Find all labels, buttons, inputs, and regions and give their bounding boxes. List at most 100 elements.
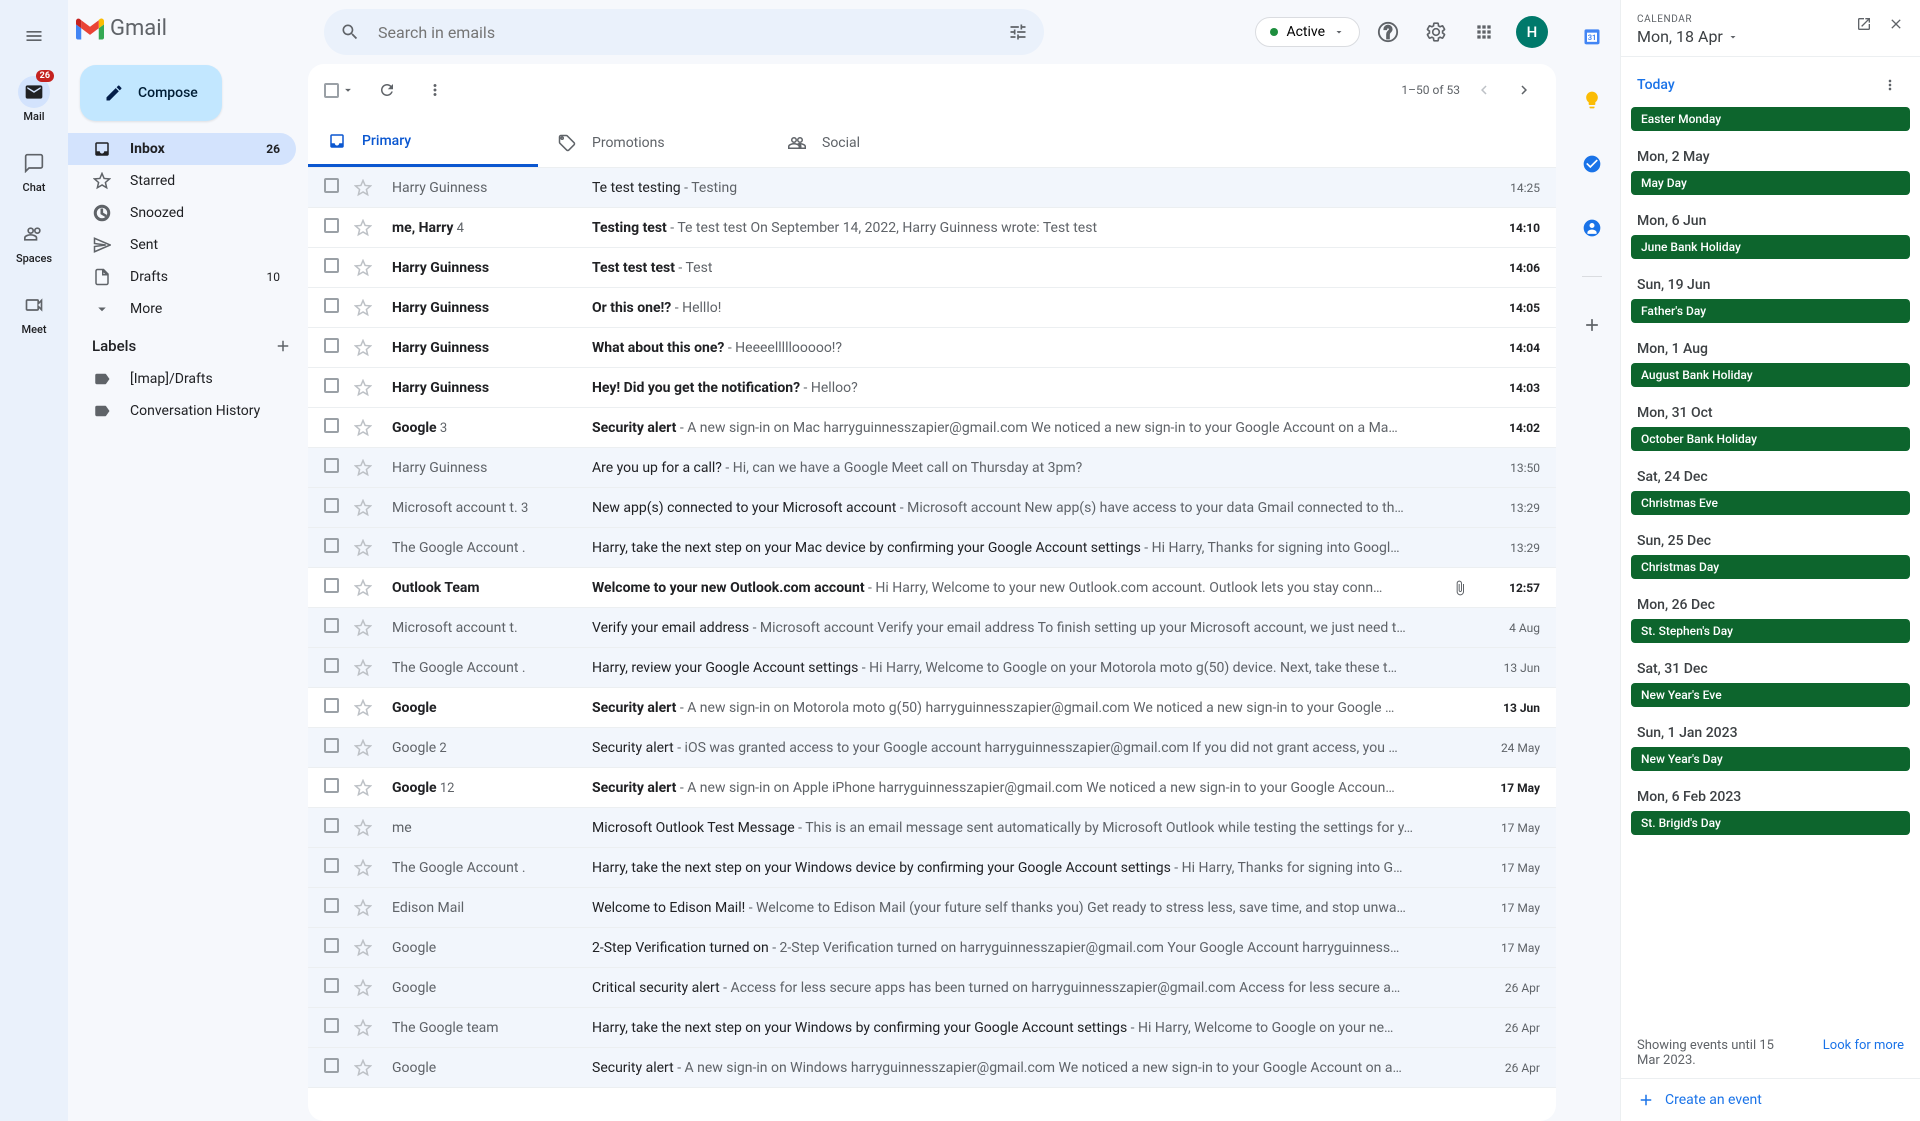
- calendar-event[interactable]: Father's Day: [1631, 299, 1910, 323]
- row-checkbox[interactable]: [324, 498, 344, 518]
- rail-meet[interactable]: Meet: [0, 285, 68, 340]
- search-box[interactable]: [324, 9, 1044, 55]
- calendar-options-button[interactable]: [1876, 71, 1904, 99]
- row-star[interactable]: [354, 1059, 374, 1077]
- row-star[interactable]: [354, 339, 374, 357]
- settings-button[interactable]: [1416, 12, 1456, 52]
- row-checkbox[interactable]: [324, 818, 344, 838]
- row-checkbox[interactable]: [324, 538, 344, 558]
- more-button[interactable]: [419, 74, 451, 106]
- row-star[interactable]: [354, 659, 374, 677]
- email-row[interactable]: Google Security alert - A new sign-in on…: [308, 688, 1556, 728]
- row-star[interactable]: [354, 179, 374, 197]
- email-row[interactable]: Harry Guinness Test test test - Test 14:…: [308, 248, 1556, 288]
- calendar-event[interactable]: New Year's Eve: [1631, 683, 1910, 707]
- row-checkbox[interactable]: [324, 778, 344, 798]
- add-addon-button[interactable]: [1572, 305, 1612, 345]
- email-row[interactable]: Harry Guinness Or this one!? - Helllo! 1…: [308, 288, 1556, 328]
- status-chip[interactable]: Active: [1255, 17, 1360, 47]
- email-row[interactable]: Microsoft account t. 3 New app(s) connec…: [308, 488, 1556, 528]
- row-checkbox[interactable]: [324, 218, 344, 238]
- calendar-event[interactable]: Christmas Day: [1631, 555, 1910, 579]
- row-star[interactable]: [354, 739, 374, 757]
- support-button[interactable]: [1368, 12, 1408, 52]
- row-checkbox[interactable]: [324, 1058, 344, 1078]
- row-checkbox[interactable]: [324, 938, 344, 958]
- email-row[interactable]: Harry Guinness Are you up for a call? - …: [308, 448, 1556, 488]
- email-row[interactable]: Google 2 Security alert - iOS was grante…: [308, 728, 1556, 768]
- calendar-event[interactable]: Easter Monday: [1631, 107, 1910, 131]
- rail-chat[interactable]: Chat: [0, 143, 68, 198]
- nav-drafts[interactable]: Drafts 10: [68, 261, 296, 293]
- row-checkbox[interactable]: [324, 418, 344, 438]
- row-checkbox[interactable]: [324, 658, 344, 678]
- row-checkbox[interactable]: [324, 1018, 344, 1038]
- row-star[interactable]: [354, 899, 374, 917]
- row-star[interactable]: [354, 619, 374, 637]
- email-row[interactable]: Google Security alert - A new sign-in on…: [308, 1048, 1556, 1088]
- row-checkbox[interactable]: [324, 258, 344, 278]
- row-star[interactable]: [354, 259, 374, 277]
- row-checkbox[interactable]: [324, 298, 344, 318]
- row-checkbox[interactable]: [324, 178, 344, 198]
- row-star[interactable]: [354, 779, 374, 797]
- row-checkbox[interactable]: [324, 458, 344, 478]
- row-star[interactable]: [354, 499, 374, 517]
- next-page-button[interactable]: [1508, 74, 1540, 106]
- nav-starred[interactable]: Starred: [68, 165, 296, 197]
- row-star[interactable]: [354, 419, 374, 437]
- nav-more[interactable]: More: [68, 293, 296, 325]
- search-button[interactable]: [330, 12, 370, 52]
- calendar-event[interactable]: October Bank Holiday: [1631, 427, 1910, 451]
- email-row[interactable]: Microsoft account t. Verify your email a…: [308, 608, 1556, 648]
- email-row[interactable]: The Google Account . Harry, review your …: [308, 648, 1556, 688]
- email-row[interactable]: Harry Guinness Hey! Did you get the noti…: [308, 368, 1556, 408]
- email-row[interactable]: The Google Account . Harry, take the nex…: [308, 528, 1556, 568]
- row-checkbox[interactable]: [324, 618, 344, 638]
- add-label-button[interactable]: [274, 337, 292, 355]
- calendar-event[interactable]: New Year's Day: [1631, 747, 1910, 771]
- calendar-look-more-link[interactable]: Look for more: [1823, 1038, 1904, 1053]
- email-row[interactable]: me Microsoft Outlook Test Message - This…: [308, 808, 1556, 848]
- email-row[interactable]: Google 12 Security alert - A new sign-in…: [308, 768, 1556, 808]
- row-star[interactable]: [354, 1019, 374, 1037]
- row-checkbox[interactable]: [324, 578, 344, 598]
- open-tasks-button[interactable]: [1572, 144, 1612, 184]
- account-avatar[interactable]: H: [1516, 16, 1548, 48]
- calendar-popout-button[interactable]: [1850, 10, 1878, 38]
- gmail-logo[interactable]: Gmail: [76, 16, 167, 41]
- open-calendar-button[interactable]: 31: [1572, 16, 1612, 56]
- calendar-today-label[interactable]: Today: [1637, 77, 1675, 93]
- tab-promotions[interactable]: Promotions: [538, 116, 768, 167]
- row-star[interactable]: [354, 219, 374, 237]
- email-row[interactable]: Google Critical security alert - Access …: [308, 968, 1556, 1008]
- row-star[interactable]: [354, 699, 374, 717]
- email-row[interactable]: Google 3 Security alert - A new sign-in …: [308, 408, 1556, 448]
- row-star[interactable]: [354, 539, 374, 557]
- email-row[interactable]: Outlook Team Welcome to your new Outlook…: [308, 568, 1556, 608]
- prev-page-button[interactable]: [1468, 74, 1500, 106]
- nav-snoozed[interactable]: Snoozed: [68, 197, 296, 229]
- email-row[interactable]: Harry Guinness Te test testing - Testing…: [308, 168, 1556, 208]
- row-checkbox[interactable]: [324, 378, 344, 398]
- row-star[interactable]: [354, 859, 374, 877]
- row-star[interactable]: [354, 299, 374, 317]
- calendar-create-event[interactable]: Create an event: [1621, 1078, 1920, 1121]
- calendar-event[interactable]: St. Stephen's Day: [1631, 619, 1910, 643]
- email-row[interactable]: The Google Account . Harry, take the nex…: [308, 848, 1556, 888]
- calendar-event[interactable]: August Bank Holiday: [1631, 363, 1910, 387]
- refresh-button[interactable]: [371, 74, 403, 106]
- calendar-event[interactable]: June Bank Holiday: [1631, 235, 1910, 259]
- label-conversation-history[interactable]: Conversation History: [68, 395, 296, 427]
- nav-sent[interactable]: Sent: [68, 229, 296, 261]
- open-keep-button[interactable]: [1572, 80, 1612, 120]
- email-row[interactable]: Edison Mail Welcome to Edison Mail! - We…: [308, 888, 1556, 928]
- email-row[interactable]: The Google team Harry, take the next ste…: [308, 1008, 1556, 1048]
- row-checkbox[interactable]: [324, 738, 344, 758]
- select-all[interactable]: [324, 83, 355, 98]
- row-checkbox[interactable]: [324, 338, 344, 358]
- row-star[interactable]: [354, 819, 374, 837]
- rail-spaces[interactable]: Spaces: [0, 214, 68, 269]
- apps-button[interactable]: [1464, 12, 1504, 52]
- search-input[interactable]: [370, 23, 998, 42]
